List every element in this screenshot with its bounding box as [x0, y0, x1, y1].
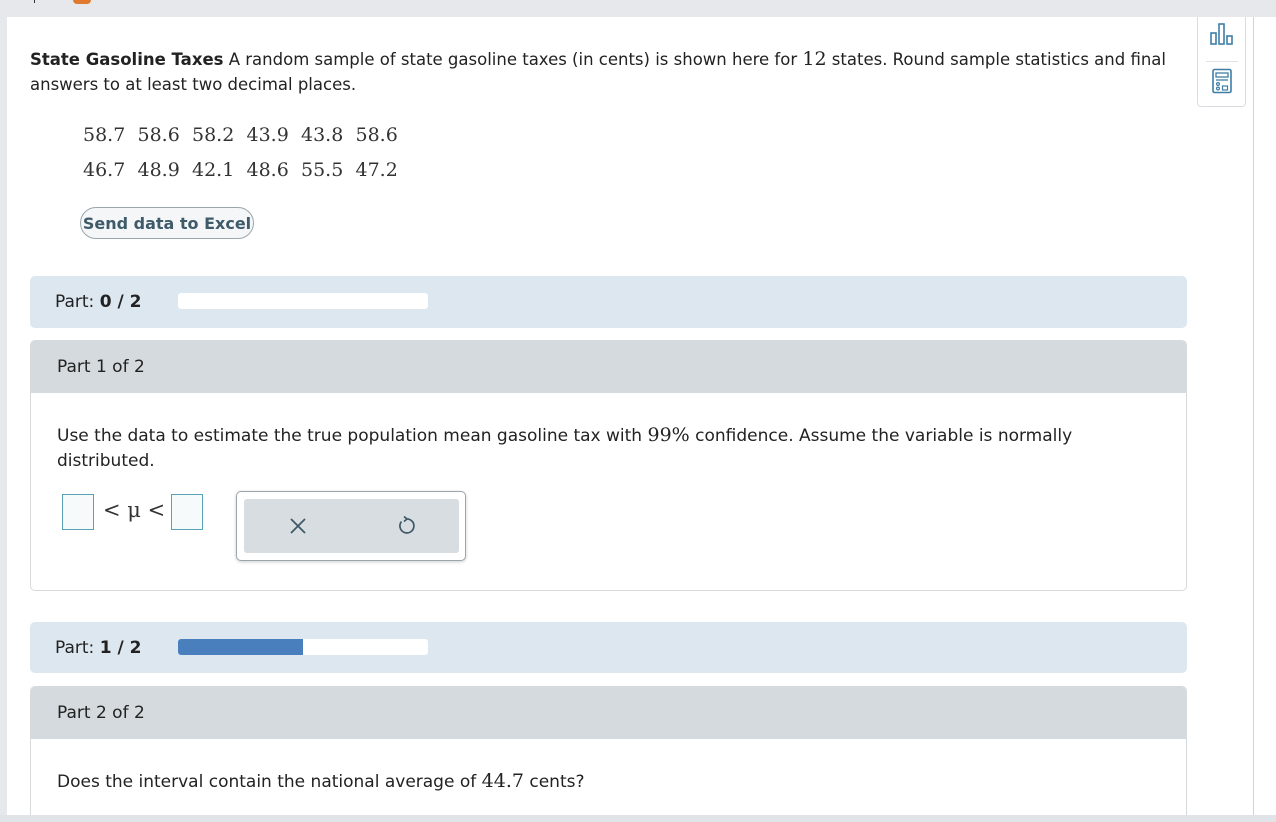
data-row: 46.7 48.9 42.1 48.6 55.5 47.2 — [83, 152, 410, 187]
lower-bound-input[interactable] — [62, 494, 94, 530]
top-strip — [0, 0, 1276, 17]
progress-fill — [178, 639, 303, 655]
data-value: 58.7 — [83, 123, 126, 146]
confidence-level: 99% — [647, 424, 690, 446]
data-value: 58.2 — [192, 123, 235, 146]
progress-track — [178, 293, 428, 309]
data-value: 58.6 — [355, 123, 398, 146]
data-value: 48.6 — [246, 158, 289, 181]
part-1-header: Part 1 of 2 — [31, 341, 1186, 393]
question-title: State Gasoline Taxes — [30, 50, 224, 69]
toolbar-separator — [1206, 61, 1238, 62]
answer-tool-panel — [236, 491, 466, 561]
inequality-mu: < μ < — [103, 498, 166, 522]
undo-icon[interactable] — [393, 513, 419, 539]
part-1-section: Part 1 of 2 Use the data to estimate the… — [30, 340, 1187, 591]
part-2-header: Part 2 of 2 — [31, 687, 1186, 739]
send-to-excel-button[interactable]: Send data to Excel — [80, 207, 254, 239]
data-table: 58.7 58.6 58.2 43.9 43.8 58.6 46.7 48.9 … — [83, 117, 410, 187]
app-logo-icon — [73, 0, 91, 4]
right-frame — [1254, 17, 1276, 822]
left-frame — [0, 17, 7, 822]
data-value: 46.7 — [83, 158, 126, 181]
top-tick — [34, 0, 35, 3]
data-value: 55.5 — [301, 158, 344, 181]
close-icon[interactable] — [285, 513, 311, 539]
part-2-section: Part 2 of 2 Does the interval contain th… — [30, 686, 1187, 822]
part-progress-bar: Part: 1 / 2 — [30, 622, 1187, 673]
calculator-icon[interactable] — [1209, 68, 1235, 94]
part-2-question: Does the interval contain the national a… — [57, 770, 585, 792]
part-1-question: Use the data to estimate the true popula… — [57, 424, 1073, 471]
side-toolbar — [1197, 17, 1246, 107]
upper-bound-input[interactable] — [171, 494, 203, 530]
part-progress-label: Part: 1 / 2 — [55, 637, 142, 658]
data-value: 42.1 — [192, 158, 235, 181]
bar-chart-icon[interactable] — [1209, 21, 1235, 47]
sample-size: 12 — [802, 48, 827, 70]
bottom-strip — [0, 815, 1276, 822]
answer-tool-inner — [244, 499, 459, 553]
question-intro: A random sample of state gasoline taxes … — [228, 50, 798, 69]
data-value: 58.6 — [137, 123, 180, 146]
part-progress-bar: Part: 0 / 2 — [30, 276, 1187, 328]
question-text: State Gasoline Taxes A random sample of … — [30, 47, 1170, 97]
data-value: 43.8 — [301, 123, 344, 146]
progress-track — [178, 639, 428, 655]
part-progress-label: Part: 0 / 2 — [55, 292, 142, 312]
data-value: 47.2 — [355, 158, 398, 181]
data-value: 43.9 — [246, 123, 289, 146]
data-value: 48.9 — [137, 158, 180, 181]
national-average: 44.7 — [481, 770, 524, 792]
part-progress-value: 1 / 2 — [99, 637, 142, 658]
part-progress-value: 0 / 2 — [99, 292, 142, 312]
data-row: 58.7 58.6 58.2 43.9 43.8 58.6 — [83, 117, 410, 152]
